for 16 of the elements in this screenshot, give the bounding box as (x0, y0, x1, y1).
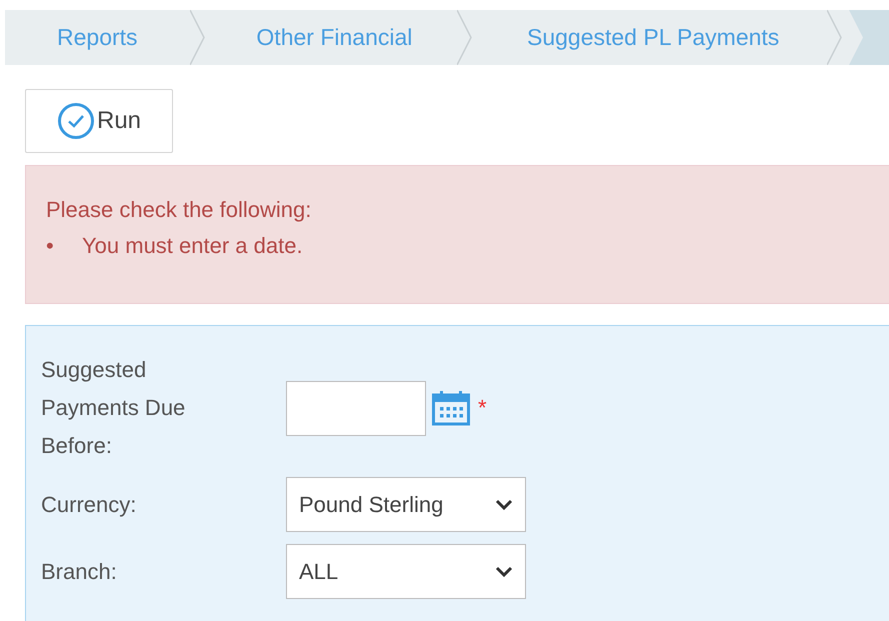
dropdown-select[interactable]: ALL (286, 544, 526, 599)
field-label: Branch: (41, 558, 117, 586)
alert-item: You must enter a date. (82, 233, 303, 258)
date-field[interactable] (286, 380, 426, 436)
chevron-down-icon (495, 498, 513, 510)
required-marker: * (478, 395, 487, 421)
run-button[interactable]: Run (25, 89, 173, 153)
dropdown-select[interactable]: Pound Sterling (286, 477, 526, 532)
bullet-mark: • (46, 232, 55, 260)
alert-heading: Please check the following: (46, 196, 312, 224)
field-label: Currency: (41, 490, 136, 519)
check-circle-icon (56, 102, 95, 140)
breadcrumb-end-icon (849, 10, 889, 65)
calendar-icon[interactable] (432, 390, 470, 426)
field-label: Suggested Payments Due Before: (41, 356, 186, 460)
chevron-down-icon (495, 566, 513, 578)
